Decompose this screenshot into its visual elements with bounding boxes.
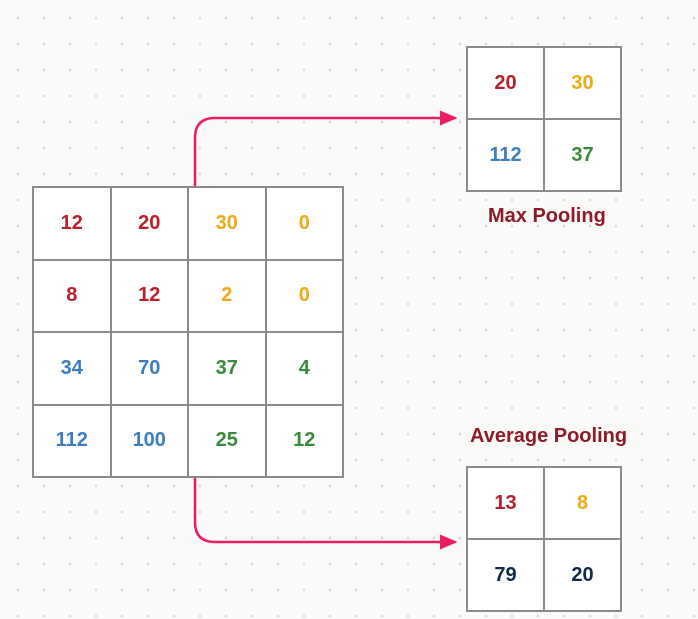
input-cell-2-3: 4 — [267, 333, 343, 404]
input-cell-3-0: 112 — [34, 406, 110, 477]
max-pooling-label: Max Pooling — [488, 205, 606, 228]
input-cell-3-2: 25 — [189, 406, 265, 477]
max-cell-0-0: 20 — [468, 48, 543, 118]
max-cell-1-0: 112 — [468, 120, 543, 190]
input-cell-0-0: 12 — [34, 188, 110, 259]
max-pooling-matrix: 203011237 — [466, 46, 622, 192]
input-cell-1-0: 8 — [34, 261, 110, 332]
pooling-diagram: 12203008122034703741121002512 203011237 … — [0, 0, 698, 619]
max-cell-1-1: 37 — [545, 120, 620, 190]
input-cell-0-2: 30 — [189, 188, 265, 259]
input-cell-3-1: 100 — [112, 406, 188, 477]
input-cell-1-3: 0 — [267, 261, 343, 332]
average-pooling-label: Average Pooling — [470, 425, 627, 448]
average-pooling-matrix: 1387920 — [466, 466, 622, 612]
avg-cell-1-0: 79 — [468, 540, 543, 610]
arrow-to-avg — [195, 478, 455, 542]
input-cell-2-1: 70 — [112, 333, 188, 404]
avg-cell-0-1: 8 — [545, 468, 620, 538]
avg-cell-1-1: 20 — [545, 540, 620, 610]
input-cell-0-1: 20 — [112, 188, 188, 259]
input-matrix: 12203008122034703741121002512 — [32, 186, 344, 478]
input-cell-1-2: 2 — [189, 261, 265, 332]
input-cell-2-0: 34 — [34, 333, 110, 404]
avg-cell-0-0: 13 — [468, 468, 543, 538]
input-cell-2-2: 37 — [189, 333, 265, 404]
arrow-to-max — [195, 118, 455, 186]
input-cell-3-3: 12 — [267, 406, 343, 477]
input-cell-1-1: 12 — [112, 261, 188, 332]
input-cell-0-3: 0 — [267, 188, 343, 259]
max-cell-0-1: 30 — [545, 48, 620, 118]
